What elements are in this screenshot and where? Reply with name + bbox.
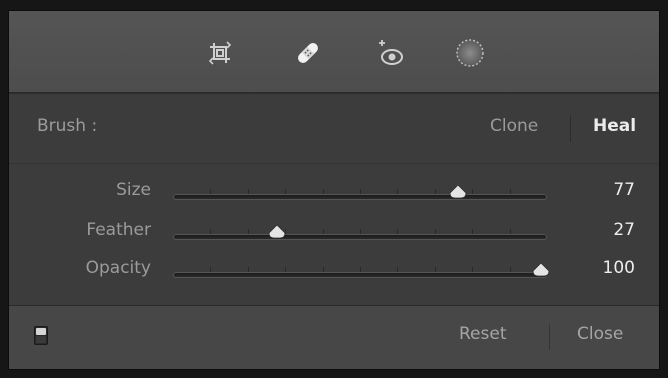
feather-slider-row: Feather 27 xyxy=(9,220,659,254)
feather-slider-track[interactable] xyxy=(173,234,547,240)
graduated-filter-tool[interactable] xyxy=(455,38,485,68)
spot-removal-tool[interactable] xyxy=(293,38,323,68)
spot-removal-panel: Brush : Clone Heal Size 77 Feather 27 Op… xyxy=(8,10,660,370)
spot-removal-icon xyxy=(298,43,318,63)
brush-mode-heal[interactable]: Heal xyxy=(593,116,636,136)
opacity-slider-thumb[interactable] xyxy=(532,263,550,277)
opacity-slider-row: Opacity 100 xyxy=(9,258,659,292)
close-button[interactable]: Close xyxy=(577,324,623,344)
size-slider-thumb[interactable] xyxy=(449,185,467,199)
red-eye-correction-tool[interactable] xyxy=(375,38,405,68)
crop-overlay-icon xyxy=(208,41,232,65)
brush-row: Brush : Clone Heal xyxy=(9,94,659,164)
toggle-switch-icon xyxy=(34,326,48,345)
divider xyxy=(570,116,571,142)
feather-value[interactable]: 27 xyxy=(613,220,635,240)
tool-options: Brush : Clone Heal Size 77 Feather 27 Op… xyxy=(9,93,659,305)
opacity-slider-track[interactable] xyxy=(173,272,547,278)
feather-label: Feather xyxy=(86,220,151,240)
crop-overlay-tool[interactable] xyxy=(205,38,235,68)
size-slider-track[interactable] xyxy=(173,194,547,200)
opacity-label: Opacity xyxy=(85,258,151,278)
red-eye-correction-icon xyxy=(379,40,403,65)
feather-slider-thumb[interactable] xyxy=(268,225,286,239)
brush-mode-clone[interactable]: Clone xyxy=(490,116,538,136)
reset-button[interactable]: Reset xyxy=(459,324,507,344)
graduated-filter-icon xyxy=(456,39,484,67)
opacity-value[interactable]: 100 xyxy=(603,258,635,278)
size-value[interactable]: 77 xyxy=(613,180,635,200)
panel-footer: Reset Close xyxy=(9,305,659,369)
size-label: Size xyxy=(116,180,151,200)
divider xyxy=(549,324,550,350)
tool-strip xyxy=(9,11,659,93)
brush-label: Brush : xyxy=(37,116,98,136)
size-slider-row: Size 77 xyxy=(9,180,659,214)
panel-toggle-switch[interactable] xyxy=(34,326,48,345)
